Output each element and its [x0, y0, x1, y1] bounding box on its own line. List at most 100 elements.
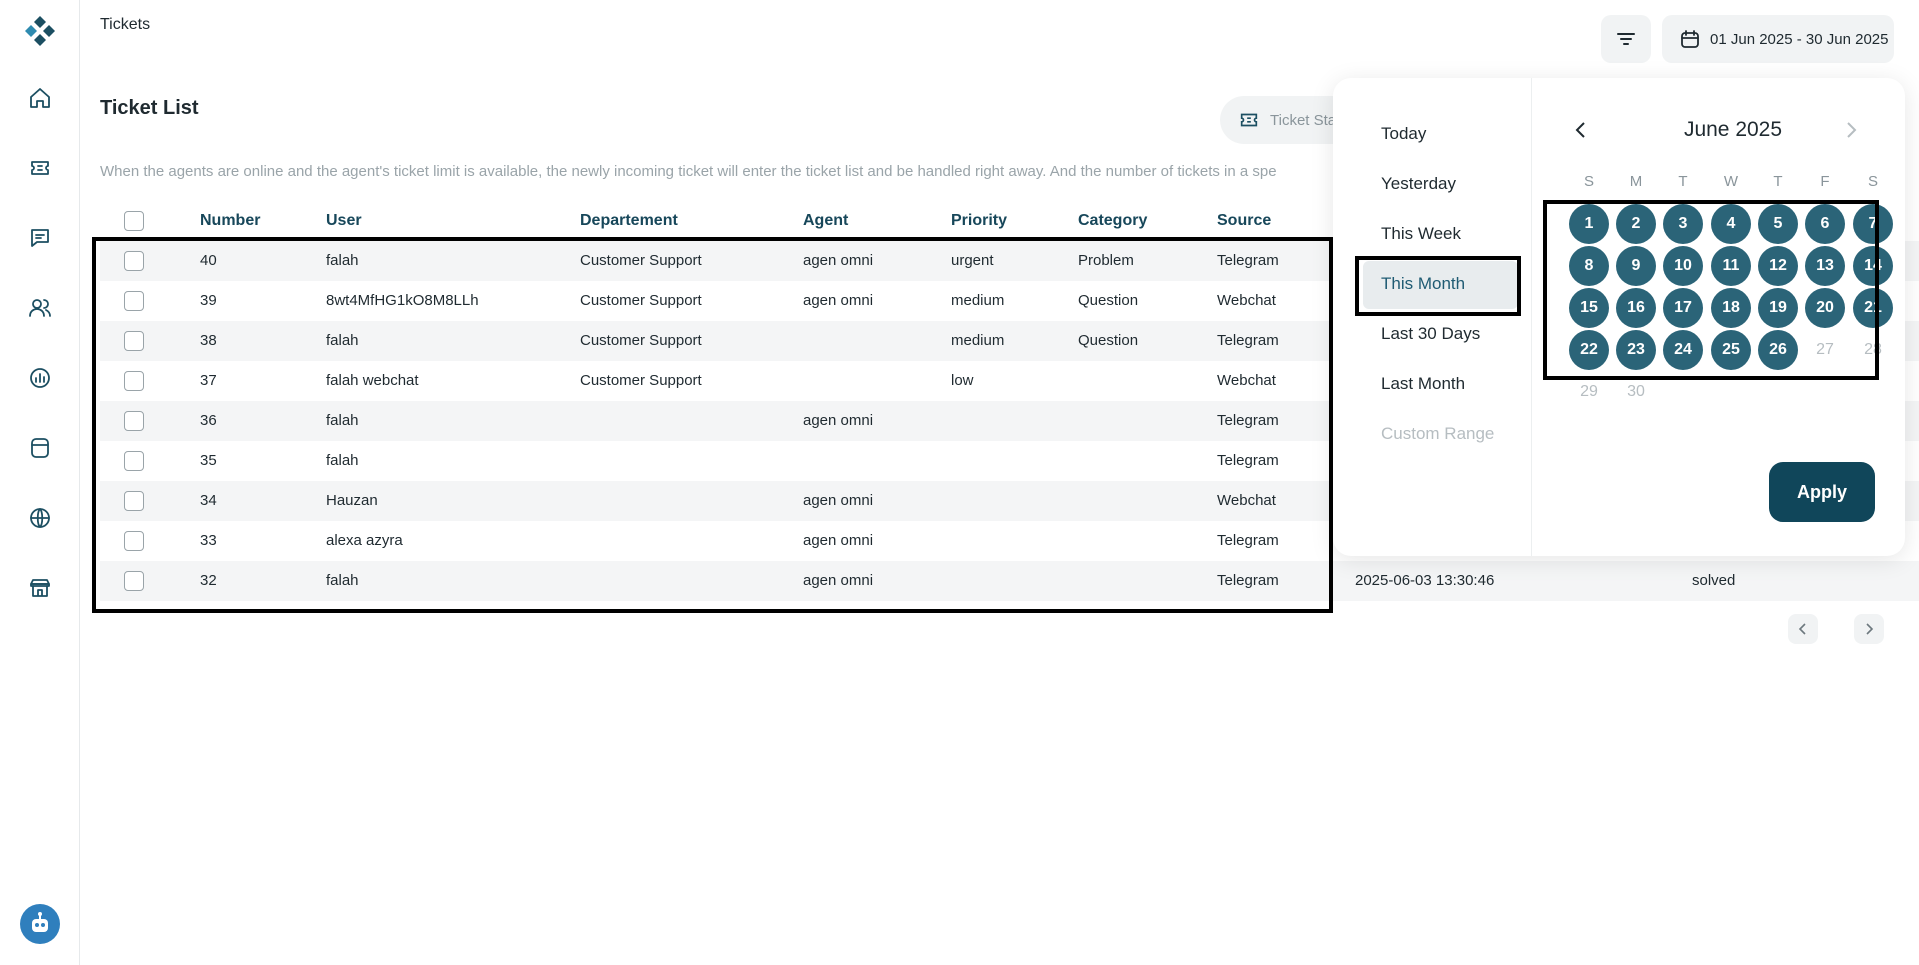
row-checkbox[interactable]: [124, 371, 144, 391]
row-checkbox[interactable]: [124, 411, 144, 431]
calendar-day[interactable]: 11: [1711, 246, 1751, 286]
column-header-user[interactable]: User: [326, 212, 362, 230]
preset-today[interactable]: Today: [1381, 124, 1426, 144]
cell-department: Customer Support: [580, 332, 702, 349]
calendar-day[interactable]: 5: [1758, 204, 1798, 244]
cell-source: Telegram: [1217, 252, 1279, 269]
chat-icon[interactable]: [27, 225, 53, 251]
prev-page-button[interactable]: [1788, 614, 1818, 644]
home-icon[interactable]: [27, 85, 53, 111]
calendar-day[interactable]: 13: [1805, 246, 1845, 286]
calendar-day[interactable]: 18: [1711, 288, 1751, 328]
cell-number: 39: [200, 292, 217, 309]
bot-avatar-icon[interactable]: [20, 904, 60, 944]
preset-last-30-days[interactable]: Last 30 Days: [1381, 324, 1480, 344]
preset-this-month[interactable]: This Month: [1381, 274, 1465, 294]
prev-month-button[interactable]: [1569, 116, 1593, 144]
calendar-day[interactable]: 16: [1616, 288, 1656, 328]
row-checkbox[interactable]: [124, 451, 144, 471]
calendar-day[interactable]: 3: [1663, 204, 1703, 244]
calendar-day[interactable]: 12: [1758, 246, 1798, 286]
next-page-button[interactable]: [1854, 614, 1884, 644]
calendar-day[interactable]: 29: [1569, 372, 1609, 412]
ticket-icon: [1240, 113, 1258, 127]
row-checkbox[interactable]: [124, 531, 144, 551]
calendar-day[interactable]: 21: [1853, 288, 1893, 328]
cell-user: Hauzan: [326, 492, 378, 509]
row-checkbox[interactable]: [124, 251, 144, 271]
row-checkbox[interactable]: [124, 491, 144, 511]
next-month-button[interactable]: [1839, 116, 1863, 144]
weekday-label: T: [1678, 173, 1688, 190]
weekday-label: F: [1820, 173, 1830, 190]
calendar-day[interactable]: 19: [1758, 288, 1798, 328]
row-checkbox[interactable]: [124, 291, 144, 311]
weekday-label: S: [1583, 173, 1594, 190]
logo-icon[interactable]: [23, 14, 57, 48]
calendar-day[interactable]: 7: [1853, 204, 1893, 244]
filter-icon: [1617, 33, 1635, 45]
preset-this-week[interactable]: This Week: [1381, 224, 1461, 244]
cell-source: Telegram: [1217, 532, 1279, 549]
cell-department: Customer Support: [580, 292, 702, 309]
column-header-department[interactable]: Departement: [580, 212, 678, 230]
calendar-day[interactable]: 6: [1805, 204, 1845, 244]
cell-number: 36: [200, 412, 217, 429]
row-checkbox[interactable]: [124, 571, 144, 591]
calendar-day[interactable]: 27: [1805, 330, 1845, 370]
ticket-icon[interactable]: [27, 155, 53, 181]
row-checkbox[interactable]: [124, 331, 144, 351]
cell-category: Problem: [1078, 252, 1134, 269]
column-header-category[interactable]: Category: [1078, 212, 1147, 230]
cell-number: 34: [200, 492, 217, 509]
column-header-number[interactable]: Number: [200, 212, 260, 230]
cell-user: falah: [326, 412, 359, 429]
cell-source: Telegram: [1217, 572, 1279, 589]
cell-category: Question: [1078, 332, 1139, 349]
calendar-day[interactable]: 15: [1569, 288, 1609, 328]
column-header-priority[interactable]: Priority: [951, 212, 1007, 230]
cell-department: Customer Support: [580, 372, 702, 389]
cell-priority: urgent: [951, 252, 994, 269]
globe-icon[interactable]: [27, 505, 53, 531]
cell-user: falah webchat: [326, 372, 419, 389]
calendar-day[interactable]: 23: [1616, 330, 1656, 370]
calendar-day[interactable]: 14: [1853, 246, 1893, 286]
cell-number: 33: [200, 532, 217, 549]
date-range-button[interactable]: 01 Jun 2025 - 30 Jun 2025: [1662, 15, 1894, 63]
calendar-day[interactable]: 20: [1805, 288, 1845, 328]
cell-source: Webchat: [1217, 492, 1276, 509]
calendar-day[interactable]: 9: [1616, 246, 1656, 286]
cell-agent: agen omni: [803, 572, 874, 589]
calendar-day[interactable]: 10: [1663, 246, 1703, 286]
calendar-day[interactable]: 24: [1663, 330, 1703, 370]
column-header-source[interactable]: Source: [1217, 212, 1271, 230]
column-header-agent[interactable]: Agent: [803, 212, 848, 230]
select-all-checkbox[interactable]: [124, 211, 144, 231]
users-icon[interactable]: [27, 295, 53, 321]
calendar-day[interactable]: 8: [1569, 246, 1609, 286]
calendar-day[interactable]: 2: [1616, 204, 1656, 244]
calendar-day[interactable]: 4: [1711, 204, 1751, 244]
preset-last-month[interactable]: Last Month: [1381, 374, 1465, 394]
sidebar: [0, 0, 80, 965]
calendar-day[interactable]: 1: [1569, 204, 1609, 244]
apply-button[interactable]: Apply: [1769, 462, 1875, 522]
preset-yesterday[interactable]: Yesterday: [1381, 174, 1456, 194]
calendar-day[interactable]: 22: [1569, 330, 1609, 370]
report-icon[interactable]: [27, 365, 53, 391]
preset-custom-range[interactable]: Custom Range: [1381, 424, 1494, 444]
store-icon[interactable]: [27, 575, 53, 601]
cell-date: 2025-06-03 13:30:46: [1355, 572, 1495, 589]
calendar-day[interactable]: 26: [1758, 330, 1798, 370]
filter-button[interactable]: [1601, 15, 1651, 63]
cell-user: 8wt4MfHG1kO8M8LLh: [326, 292, 479, 309]
calendar-day[interactable]: 30: [1616, 372, 1656, 412]
database-icon[interactable]: [27, 435, 53, 461]
cell-user: falah: [326, 452, 359, 469]
calendar-day[interactable]: 17: [1663, 288, 1703, 328]
calendar-day[interactable]: 25: [1711, 330, 1751, 370]
calendar-day[interactable]: 28: [1853, 330, 1893, 370]
table-row[interactable]: 32 falah agen omni Telegram 2025-06-03 1…: [100, 561, 1919, 601]
calendar-icon: [1681, 30, 1699, 48]
